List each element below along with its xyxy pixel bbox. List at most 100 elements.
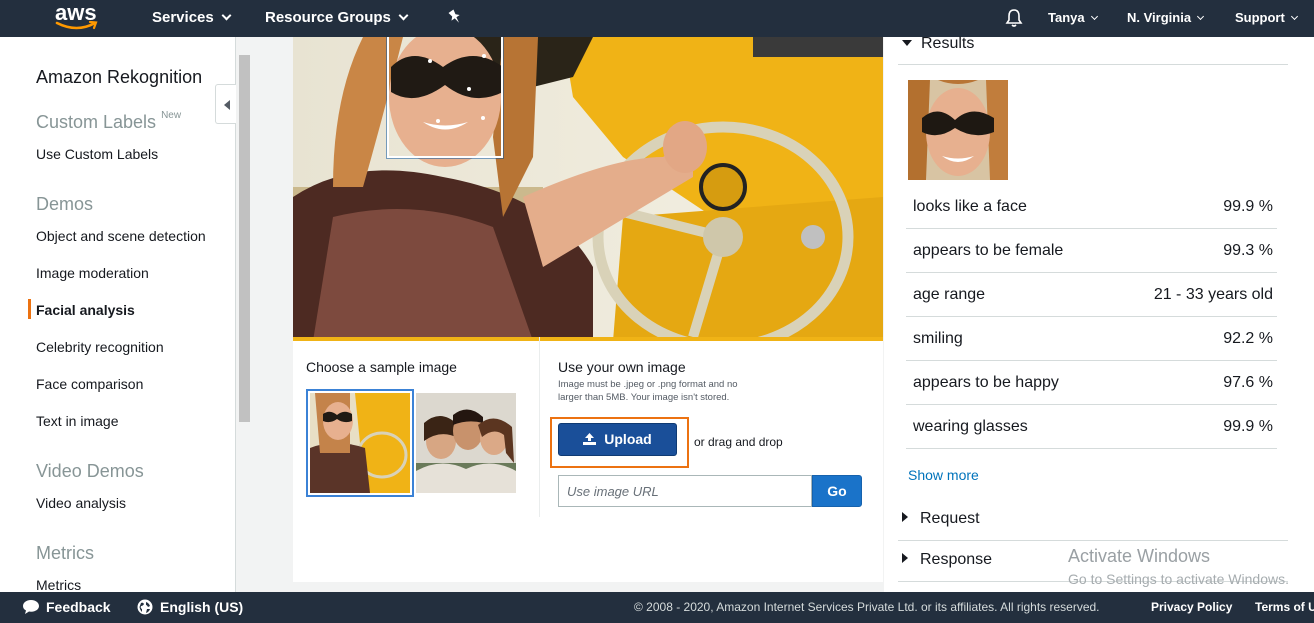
language-selector[interactable]: English (US) <box>137 592 243 622</box>
response-heading: Response <box>920 551 993 568</box>
resource-groups-menu[interactable]: Resource Groups <box>265 0 409 37</box>
image-url-input[interactable] <box>558 475 812 507</box>
notifications-button[interactable] <box>1005 8 1023 28</box>
result-label: looks like a face <box>913 198 1027 215</box>
pin-icon <box>448 9 460 23</box>
chevron-down-icon <box>221 10 232 21</box>
sidebar-item-image-moderation[interactable]: Image moderation <box>36 265 149 281</box>
result-label: age range <box>913 286 986 303</box>
globe-icon <box>137 599 153 615</box>
analyzed-image <box>293 37 883 341</box>
caret-right-icon <box>902 512 908 522</box>
sidebar-heading-metrics: Metrics <box>36 543 94 563</box>
new-badge: New <box>161 110 182 121</box>
sidebar-item-facial-analysis[interactable]: Facial analysis <box>36 302 135 318</box>
request-heading: Request <box>920 510 980 527</box>
sidebar-item-use-custom-labels[interactable]: Use Custom Labels <box>36 146 158 162</box>
sample-image-1[interactable] <box>306 389 414 497</box>
result-row-glasses: wearing glasses 99.9 % <box>906 405 1277 449</box>
chevron-left-icon <box>224 100 230 110</box>
sample-image-2[interactable] <box>416 393 516 493</box>
footer-bar: Feedback English (US) © 2008 - 2020, Ama… <box>0 592 1314 623</box>
upload-requirements-hint: Image must be .jpeg or .png format and n… <box>558 379 738 403</box>
result-row-female: appears to be female 99.3 % <box>906 229 1277 273</box>
sidebar-item-face-comparison[interactable]: Face comparison <box>36 376 143 392</box>
results-section-toggle[interactable]: Results <box>902 35 974 53</box>
services-menu[interactable]: Services <box>152 0 232 37</box>
chevron-down-icon <box>398 10 409 21</box>
section-divider <box>539 337 540 517</box>
sidebar-item-metrics[interactable]: Metrics <box>36 577 81 592</box>
sidebar-scrollbar-thumb[interactable] <box>239 55 250 422</box>
chevron-down-icon <box>1090 12 1098 21</box>
custom-labels-heading-text: Custom Labels <box>36 112 157 132</box>
sample-thumbnail-family <box>416 393 516 493</box>
results-heading: Results <box>921 35 975 52</box>
result-row-face: looks like a face 99.9 % <box>906 185 1277 229</box>
sample-thumbnail-car-woman <box>310 393 410 493</box>
support-menu[interactable]: Support <box>1235 0 1298 37</box>
show-more-link[interactable]: Show more <box>908 467 979 483</box>
feedback-label: Feedback <box>46 599 111 615</box>
result-label: smiling <box>913 330 963 347</box>
result-label: appears to be happy <box>913 374 1059 391</box>
drag-drop-text: or drag and drop <box>694 435 783 449</box>
face-landmark <box>482 54 486 58</box>
chevron-down-icon <box>1197 12 1205 21</box>
demo-panel: Choose a sample image Use your own image… <box>293 37 883 582</box>
result-value: 99.3 % <box>1223 242 1273 259</box>
sidebar-heading-video-demos: Video Demos <box>36 461 144 481</box>
result-label: wearing glasses <box>913 418 1028 435</box>
request-section-toggle[interactable]: Request <box>902 510 980 528</box>
collapse-sidebar-button[interactable] <box>215 84 237 124</box>
user-menu[interactable]: Tanya <box>1048 0 1098 37</box>
result-value: 21 - 33 years old <box>1153 286 1273 303</box>
result-value: 92.2 % <box>1223 330 1273 347</box>
upload-icon <box>583 425 597 445</box>
caret-down-icon <box>902 40 912 46</box>
sidebar: Amazon Rekognition Custom Labels New Use… <box>0 37 236 592</box>
sidebar-item-celebrity-recognition[interactable]: Celebrity recognition <box>36 339 164 355</box>
results-divider <box>898 64 1288 65</box>
result-value: 97.6 % <box>1223 374 1273 391</box>
results-panel: Results looks like a face 99.9 % appears… <box>884 35 1314 592</box>
go-button[interactable]: Go <box>812 475 862 507</box>
face-landmark <box>481 116 485 120</box>
request-divider <box>898 540 1288 541</box>
analyzed-photo-svg <box>293 37 883 341</box>
result-label: appears to be female <box>913 242 1064 259</box>
bell-icon <box>1005 9 1023 27</box>
privacy-policy-link[interactable]: Privacy Policy <box>1151 592 1232 622</box>
sidebar-item-video-analysis[interactable]: Video analysis <box>36 495 126 511</box>
upload-button[interactable]: Upload <box>558 423 677 456</box>
region-label: N. Virginia <box>1127 10 1192 25</box>
activate-windows-watermark: Activate Windows <box>1068 546 1211 566</box>
aws-logo[interactable]: aws <box>54 0 102 34</box>
upload-button-label: Upload <box>604 431 652 447</box>
response-section-toggle[interactable]: Response <box>902 551 992 569</box>
caret-right-icon <box>902 553 908 563</box>
terms-of-use-link[interactable]: Terms of U <box>1255 592 1314 622</box>
services-label: Services <box>152 9 214 26</box>
language-label: English (US) <box>160 599 244 615</box>
choose-sample-heading: Choose a sample image <box>306 359 457 375</box>
top-navigation-bar: aws Services Resource Groups Tanya N. Vi… <box>0 0 1314 37</box>
face-crop-image <box>908 80 1008 180</box>
feedback-button[interactable]: Feedback <box>22 592 111 622</box>
sidebar-item-text-in-image[interactable]: Text in image <box>36 413 118 429</box>
aws-smile-icon <box>55 20 98 30</box>
result-value: 99.9 % <box>1223 418 1273 435</box>
sidebar-heading-custom-labels: Custom Labels New <box>36 110 182 133</box>
region-menu[interactable]: N. Virginia <box>1127 0 1205 37</box>
copyright-text: © 2008 - 2020, Amazon Internet Services … <box>634 600 1100 614</box>
face-landmark <box>467 87 471 91</box>
pin-icon-button[interactable] <box>448 9 462 27</box>
result-row-smiling: smiling 92.2 % <box>906 317 1277 361</box>
face-landmark <box>428 59 432 63</box>
sidebar-item-object-scene-detection[interactable]: Object and scene detection <box>36 228 206 244</box>
use-own-image-heading: Use your own image <box>558 359 686 375</box>
user-label: Tanya <box>1048 10 1085 25</box>
sidebar-title: Amazon Rekognition <box>36 67 203 87</box>
activate-windows-subtext: Go to Settings to activate Windows. <box>1068 571 1289 587</box>
resource-groups-label: Resource Groups <box>265 9 391 26</box>
